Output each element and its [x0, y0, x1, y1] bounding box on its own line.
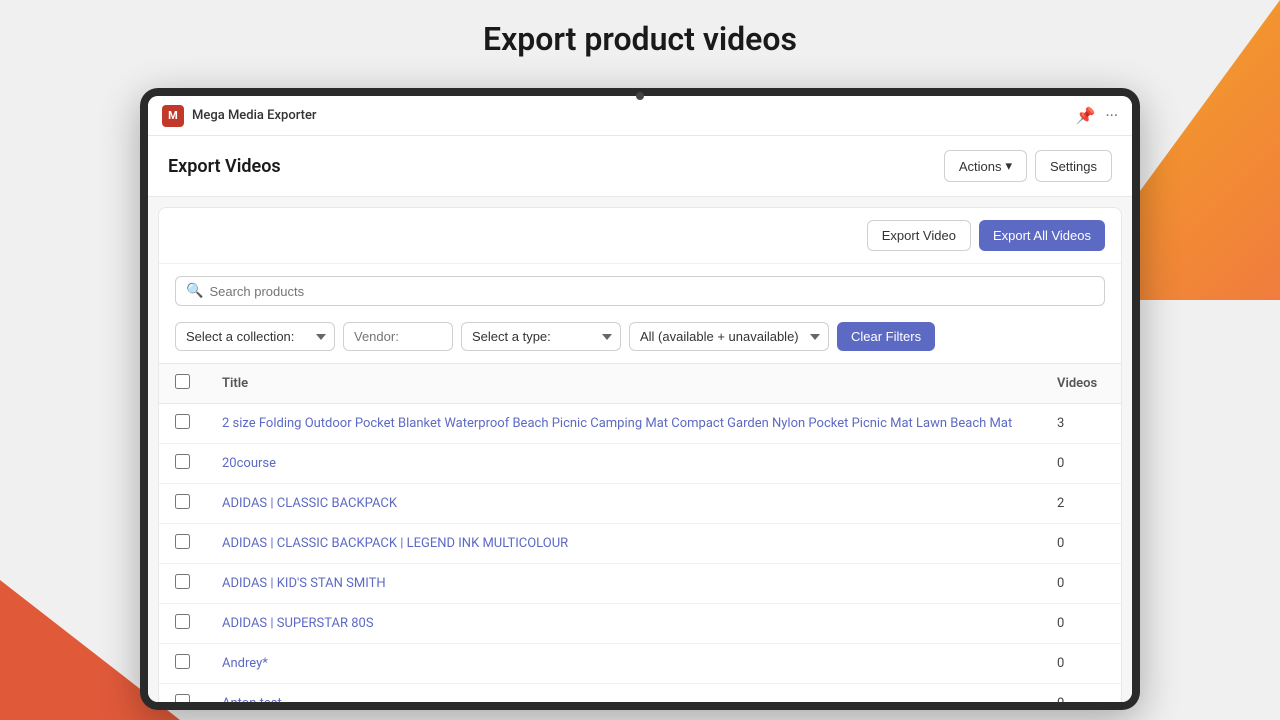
- product-title-link[interactable]: Andrey*: [222, 656, 268, 671]
- search-icon: 🔍: [186, 283, 203, 299]
- row-checkbox-cell: [159, 524, 206, 564]
- content-area: Export Video Export All Videos 🔍 Select …: [158, 207, 1122, 702]
- tablet-camera: [636, 92, 644, 100]
- row-title-cell: ADIDAS | CLASSIC BACKPACK: [206, 484, 1041, 524]
- type-filter[interactable]: Select a type:: [461, 322, 621, 351]
- row-videos-cell: 0: [1041, 644, 1121, 684]
- app-logo: M: [162, 105, 184, 127]
- row-title-cell: 2 size Folding Outdoor Pocket Blanket Wa…: [206, 404, 1041, 444]
- row-checkbox[interactable]: [175, 414, 190, 429]
- app-header-left: M Mega Media Exporter: [162, 105, 317, 127]
- search-area: 🔍: [159, 264, 1121, 314]
- product-title-link[interactable]: ADIDAS | KID'S STAN SMITH: [222, 576, 386, 591]
- page-title-area: Export product videos: [0, 20, 1280, 58]
- products-table: Title Videos 2 size Folding Outdoor Pock…: [159, 363, 1121, 702]
- row-checkbox[interactable]: [175, 694, 190, 702]
- product-title-link[interactable]: 20course: [222, 456, 276, 471]
- app-header-right: 📌 ···: [1076, 106, 1118, 125]
- table-row: 2 size Folding Outdoor Pocket Blanket Wa…: [159, 404, 1121, 444]
- row-videos-cell: 0: [1041, 564, 1121, 604]
- pin-icon[interactable]: 📌: [1076, 106, 1096, 125]
- product-title-link[interactable]: ADIDAS | CLASSIC BACKPACK: [222, 496, 397, 511]
- table-row: ADIDAS | CLASSIC BACKPACK 2: [159, 484, 1121, 524]
- export-video-button[interactable]: Export Video: [867, 220, 971, 251]
- table-header-checkbox-col: [159, 364, 206, 404]
- clear-filters-button[interactable]: Clear Filters: [837, 322, 935, 351]
- row-videos-cell: 3: [1041, 404, 1121, 444]
- settings-button[interactable]: Settings: [1035, 150, 1112, 182]
- row-title-cell: Anton test: [206, 684, 1041, 703]
- app-header: M Mega Media Exporter 📌 ···: [148, 96, 1132, 136]
- product-title-link[interactable]: ADIDAS | CLASSIC BACKPACK | LEGEND INK M…: [222, 536, 568, 551]
- row-checkbox[interactable]: [175, 654, 190, 669]
- row-checkbox-cell: [159, 644, 206, 684]
- table-row: 20course 0: [159, 444, 1121, 484]
- row-title-cell: Andrey*: [206, 644, 1041, 684]
- table-header-videos: Videos: [1041, 364, 1121, 404]
- row-checkbox-cell: [159, 684, 206, 703]
- row-title-cell: ADIDAS | CLASSIC BACKPACK | LEGEND INK M…: [206, 524, 1041, 564]
- row-checkbox[interactable]: [175, 494, 190, 509]
- table-header-title: Title: [206, 364, 1041, 404]
- row-checkbox-cell: [159, 564, 206, 604]
- row-videos-cell: 0: [1041, 684, 1121, 703]
- row-checkbox[interactable]: [175, 534, 190, 549]
- row-title-cell: ADIDAS | KID'S STAN SMITH: [206, 564, 1041, 604]
- row-title-cell: 20course: [206, 444, 1041, 484]
- tablet-frame: M Mega Media Exporter 📌 ··· Export Video…: [140, 88, 1140, 710]
- more-icon[interactable]: ···: [1105, 106, 1118, 125]
- availability-filter[interactable]: All (available + unavailable): [629, 322, 829, 351]
- collection-filter[interactable]: Select a collection:: [175, 322, 335, 351]
- row-checkbox-cell: [159, 404, 206, 444]
- search-input[interactable]: [209, 284, 1094, 299]
- filter-row: Select a collection: Select a type: All …: [159, 314, 1121, 363]
- row-videos-cell: 0: [1041, 524, 1121, 564]
- tablet-screen: M Mega Media Exporter 📌 ··· Export Video…: [148, 96, 1132, 702]
- row-checkbox[interactable]: [175, 454, 190, 469]
- header-buttons: Actions ▾ Settings: [944, 150, 1112, 182]
- table-row: Anton test 0: [159, 684, 1121, 703]
- product-title-link[interactable]: 2 size Folding Outdoor Pocket Blanket Wa…: [222, 416, 1012, 431]
- table-row: ADIDAS | KID'S STAN SMITH 0: [159, 564, 1121, 604]
- row-checkbox-cell: [159, 604, 206, 644]
- row-videos-cell: 2: [1041, 484, 1121, 524]
- app-name: Mega Media Exporter: [192, 108, 317, 123]
- row-checkbox-cell: [159, 444, 206, 484]
- page-title: Export product videos: [0, 20, 1280, 58]
- row-videos-cell: 0: [1041, 604, 1121, 644]
- table-body: 2 size Folding Outdoor Pocket Blanket Wa…: [159, 404, 1121, 703]
- product-title-link[interactable]: Anton test: [222, 696, 282, 702]
- export-videos-title: Export Videos: [168, 156, 281, 177]
- export-buttons-row: Export Video Export All Videos: [159, 208, 1121, 264]
- row-checkbox[interactable]: [175, 614, 190, 629]
- actions-chevron-icon: ▾: [1005, 158, 1012, 174]
- export-all-videos-button[interactable]: Export All Videos: [979, 220, 1105, 251]
- actions-button[interactable]: Actions ▾: [944, 150, 1027, 182]
- row-videos-cell: 0: [1041, 444, 1121, 484]
- table-header-row: Title Videos: [159, 364, 1121, 404]
- product-title-link[interactable]: ADIDAS | SUPERSTAR 80S: [222, 616, 374, 631]
- row-checkbox[interactable]: [175, 574, 190, 589]
- table-row: Andrey* 0: [159, 644, 1121, 684]
- row-title-cell: ADIDAS | SUPERSTAR 80S: [206, 604, 1041, 644]
- table-row: ADIDAS | CLASSIC BACKPACK | LEGEND INK M…: [159, 524, 1121, 564]
- export-header: Export Videos Actions ▾ Settings: [148, 136, 1132, 197]
- table-row: ADIDAS | SUPERSTAR 80S 0: [159, 604, 1121, 644]
- search-input-wrap: 🔍: [175, 276, 1105, 306]
- select-all-checkbox[interactable]: [175, 374, 190, 389]
- row-checkbox-cell: [159, 484, 206, 524]
- vendor-filter[interactable]: [343, 322, 453, 351]
- main-content: Export Videos Actions ▾ Settings Export …: [148, 136, 1132, 702]
